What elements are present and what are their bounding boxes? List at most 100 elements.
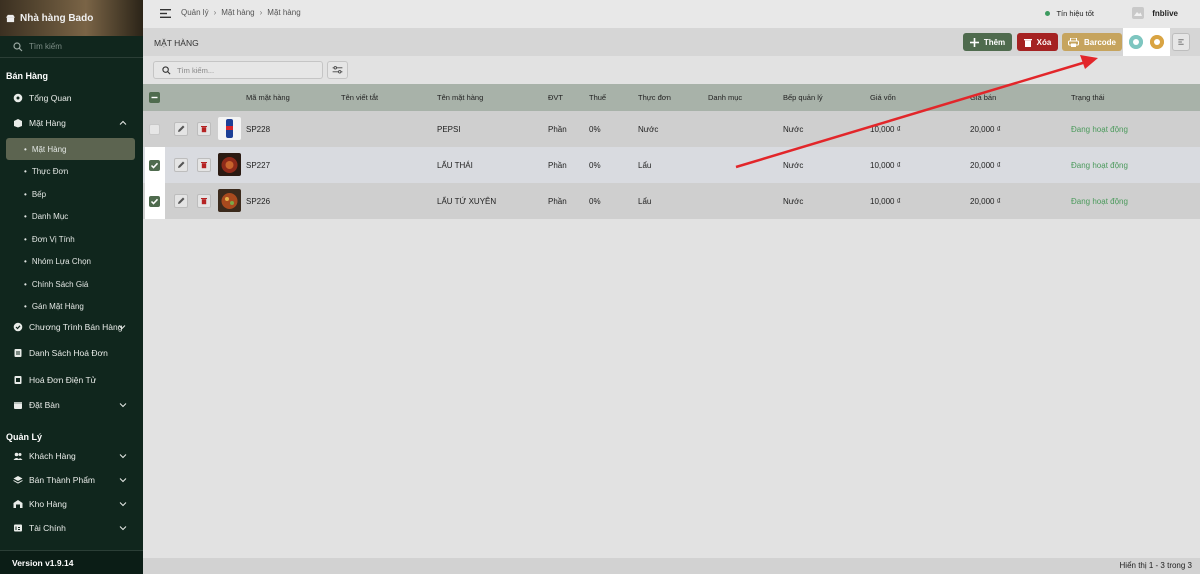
row-checkbox[interactable] bbox=[149, 160, 160, 171]
cell-code: SP228 bbox=[246, 125, 271, 134]
delete-button[interactable]: Xóa bbox=[1017, 33, 1058, 51]
sidebar-item-label: Tổng Quan bbox=[29, 93, 72, 103]
box-icon bbox=[14, 119, 22, 128]
sidebar-subitem-kitchen[interactable]: Bếp bbox=[0, 183, 143, 205]
column-header[interactable]: Giá vốn bbox=[870, 93, 896, 102]
plus-icon bbox=[969, 37, 979, 47]
cell-unit: Phần bbox=[548, 197, 567, 206]
cell-tax: 0% bbox=[589, 197, 601, 206]
cell-unit: Phần bbox=[548, 125, 567, 134]
settings-circle-icon[interactable] bbox=[1150, 35, 1164, 49]
row-delete-button[interactable] bbox=[197, 194, 211, 208]
row-checkbox[interactable] bbox=[149, 124, 160, 135]
product-thumbnail bbox=[218, 153, 241, 176]
barcode-button[interactable]: Barcode bbox=[1062, 33, 1122, 51]
cell-cost: 10,000 ₫ bbox=[870, 197, 901, 206]
table-row[interactable]: SP228 PEPSI Phần 0% Nước Nước 10,000 ₫ 2… bbox=[143, 111, 1200, 147]
add-circle-icon[interactable] bbox=[1129, 35, 1143, 49]
row-delete-button[interactable] bbox=[197, 122, 211, 136]
sidebar-subitem-option-group[interactable]: Nhóm Lựa Chọn bbox=[0, 250, 143, 272]
sidebar-item-sales-program[interactable]: Chương Trình Bán Hàng bbox=[0, 316, 143, 338]
e-invoice-icon bbox=[14, 376, 22, 384]
sidebar-item-customers[interactable]: Khách Hàng bbox=[0, 445, 143, 467]
user-menu[interactable]: fnblive bbox=[1132, 7, 1178, 19]
column-header[interactable]: Tên mặt hàng bbox=[437, 93, 483, 102]
sidebar-item-e-invoice[interactable]: Hoá Đơn Điện Tử bbox=[0, 369, 143, 391]
sidebar-item-semi-products[interactable]: Bán Thành Phẩm bbox=[0, 469, 143, 491]
printer-icon bbox=[1067, 37, 1079, 47]
cell-tax: 0% bbox=[589, 161, 601, 170]
column-header[interactable]: Danh mục bbox=[708, 93, 742, 102]
column-header[interactable]: Tên viết tắt bbox=[341, 93, 378, 102]
sidebar-item-label: Hoá Đơn Điện Tử bbox=[29, 375, 97, 385]
breadcrumb-item[interactable]: Quản lý bbox=[181, 8, 209, 17]
cell-kitchen: Nước bbox=[783, 125, 804, 134]
top-bar: Quản lý › Mặt hàng › Mặt hàng Tín hiệu t… bbox=[143, 0, 1200, 28]
sidebar-item-invoice-list[interactable]: Danh Sách Hoá Đơn bbox=[0, 342, 143, 364]
sidebar-subitem-category[interactable]: Danh Mục bbox=[0, 205, 143, 227]
edit-button[interactable] bbox=[174, 158, 188, 172]
table-row[interactable]: SP227 LẨU THÁI Phần 0% Lẩu Nước 10,000 ₫… bbox=[143, 147, 1200, 183]
invoice-icon bbox=[14, 349, 22, 357]
column-header[interactable]: Giá bán bbox=[970, 93, 996, 102]
sidebar-subitem-price-policy[interactable]: Chính Sách Giá bbox=[0, 273, 143, 295]
section-title-manage: Quản Lý bbox=[6, 432, 43, 442]
edit-button[interactable] bbox=[174, 194, 188, 208]
sidebar-item-warehouse[interactable]: Kho Hàng bbox=[0, 493, 143, 515]
cell-cost: 10,000 ₫ bbox=[870, 161, 901, 170]
sidebar-subitem-unit[interactable]: Đơn Vị Tính bbox=[0, 228, 143, 250]
sidebar-item-products[interactable]: Mặt Hàng bbox=[0, 112, 143, 134]
column-header[interactable]: Mã mặt hàng bbox=[246, 93, 290, 102]
sidebar-item-label: Khách Hàng bbox=[29, 451, 76, 461]
column-header[interactable]: Thuế bbox=[589, 93, 606, 102]
cell-menu: Lẩu bbox=[638, 161, 652, 170]
filter-icon[interactable] bbox=[327, 61, 348, 79]
sidebar-item-label: Tài Chính bbox=[29, 523, 66, 533]
sidebar-search[interactable]: Tìm kiếm bbox=[0, 36, 143, 58]
select-all-checkbox[interactable] bbox=[149, 92, 160, 103]
sidebar-item-label: Bán Thành Phẩm bbox=[29, 475, 95, 485]
add-button[interactable]: Thêm bbox=[963, 33, 1012, 51]
store-icon bbox=[6, 14, 15, 22]
sidebar-subitem-assign[interactable]: Gán Mặt Hàng bbox=[0, 295, 143, 317]
cell-kitchen: Nước bbox=[783, 161, 804, 170]
breadcrumb: Quản lý › Mặt hàng › Mặt hàng bbox=[181, 8, 301, 17]
pagination-info: Hiển thị 1 - 3 trong 3 bbox=[1119, 561, 1192, 570]
cell-price: 20,000 ₫ bbox=[970, 197, 1001, 206]
sidebar-item-booking[interactable]: Đặt Bàn bbox=[0, 394, 143, 416]
pencil-icon bbox=[178, 125, 185, 132]
row-checkbox[interactable] bbox=[149, 196, 160, 207]
breadcrumb-item[interactable]: Mặt hàng bbox=[221, 8, 254, 17]
column-header[interactable]: Bếp quản lý bbox=[783, 93, 823, 102]
search-input[interactable]: Tìm kiếm... bbox=[153, 61, 323, 79]
checkmark-icon bbox=[150, 198, 159, 205]
status-badge: Đang hoạt động bbox=[1071, 125, 1128, 134]
sidebar-item-finance[interactable]: Tài Chính bbox=[0, 517, 143, 539]
column-header[interactable]: Trạng thái bbox=[1071, 93, 1105, 102]
cell-cost: 10,000 ₫ bbox=[870, 125, 901, 134]
product-thumbnail bbox=[218, 117, 241, 140]
brand-header[interactable]: Nhà hàng Bado bbox=[0, 0, 143, 36]
column-header[interactable]: Thực đơn bbox=[638, 93, 671, 102]
cell-code: SP227 bbox=[246, 161, 271, 170]
sidebar-subitem-menu[interactable]: Thực Đơn bbox=[0, 160, 143, 182]
chevron-up-icon bbox=[119, 120, 127, 125]
cell-name: PEPSI bbox=[437, 125, 461, 134]
menu-toggle-icon[interactable] bbox=[160, 9, 171, 18]
trash-icon bbox=[201, 126, 207, 133]
cell-price: 20,000 ₫ bbox=[970, 161, 1001, 170]
barcode-button-label: Barcode bbox=[1083, 37, 1116, 47]
chevron-down-icon bbox=[119, 478, 127, 483]
sidebar-subitem-products[interactable]: Mặt Hàng bbox=[6, 138, 135, 160]
breadcrumb-separator-icon: › bbox=[259, 8, 263, 17]
status-dot-icon bbox=[1045, 11, 1051, 16]
sidebar: Nhà hàng Bado Tìm kiếm Bán Hàng Tổng Qua… bbox=[0, 0, 143, 574]
cell-code: SP226 bbox=[246, 197, 271, 206]
sidebar-item-overview[interactable]: Tổng Quan bbox=[0, 87, 143, 109]
status-badge: Đang hoạt động bbox=[1071, 161, 1128, 170]
table-row[interactable]: SP226 LẨU TỨ XUYÊN Phần 0% Lẩu Nước 10,0… bbox=[143, 183, 1200, 219]
edit-button[interactable] bbox=[174, 122, 188, 136]
row-delete-button[interactable] bbox=[197, 158, 211, 172]
column-toggle-icon[interactable] bbox=[1172, 33, 1190, 51]
column-header[interactable]: ĐVT bbox=[548, 93, 563, 102]
